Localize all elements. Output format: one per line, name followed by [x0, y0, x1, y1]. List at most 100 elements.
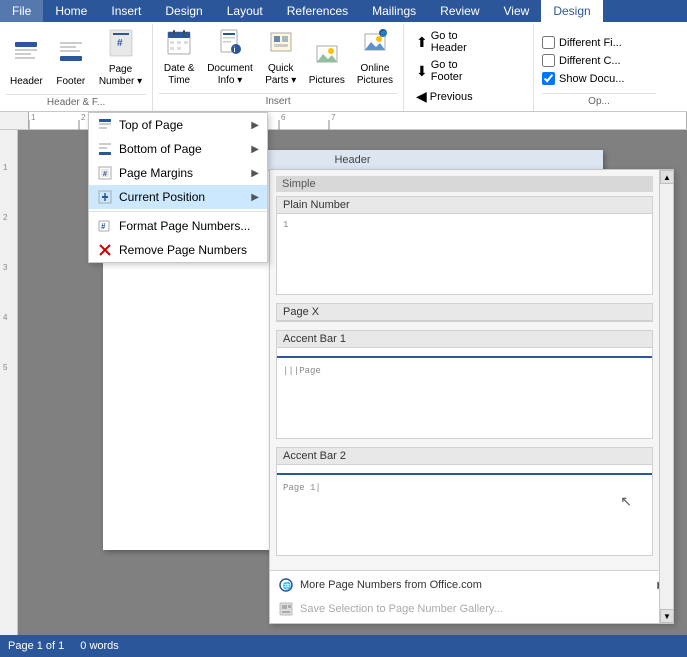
page-number-icon: #: [108, 28, 134, 62]
menu-format-page-numbers[interactable]: # Format Page Numbers...: [89, 214, 267, 238]
different-odd-even-checkbox[interactable]: Different C...: [542, 53, 656, 68]
group-options-label: Op...: [542, 93, 656, 107]
doc-info-label: DocumentInfo ▾: [207, 63, 253, 87]
gallery-footer: 🌐 More Page Numbers from Office.com ▶ Sa…: [270, 570, 673, 623]
gallery-item-accent-bar-1[interactable]: Accent Bar 1 |||Page: [276, 330, 653, 439]
tab-view[interactable]: View: [492, 0, 542, 22]
accent-bar-1-value: |||Page: [283, 366, 321, 376]
group-header-footer: Header Footer: [0, 24, 153, 111]
menu-separator-1: [89, 211, 267, 212]
tab-mailings[interactable]: Mailings: [360, 0, 428, 22]
svg-text:🌐: 🌐: [380, 31, 386, 38]
gallery-item-page-x[interactable]: Page X: [276, 303, 653, 322]
gallery-section-simple: Simple: [276, 176, 653, 192]
submenu-arrow-1: ▶: [251, 144, 259, 155]
header-button[interactable]: Header: [6, 38, 47, 90]
ribbon: Header Footer: [0, 22, 687, 112]
submenu-arrow-0: ▶: [251, 120, 259, 131]
svg-text:1: 1: [3, 163, 8, 172]
svg-text:🌐: 🌐: [283, 581, 292, 590]
menu-bottom-of-page[interactable]: Bottom of Page ▶: [89, 137, 267, 161]
tab-review[interactable]: Review: [428, 0, 491, 22]
page-number-label: PageNumber ▾: [99, 64, 142, 88]
accent-bar-2-value: Page 1|: [283, 483, 321, 493]
quick-parts-button[interactable]: QuickParts ▾: [261, 27, 301, 89]
menu-current-position[interactable]: Current Position ▶: [89, 185, 267, 209]
save-selection-label: Save Selection to Page Number Gallery...: [300, 603, 503, 615]
footer-label: Footer: [56, 76, 85, 88]
accent-bar-1-title: Accent Bar 1: [277, 331, 652, 348]
different-first-page-label: Different Fi...: [559, 37, 622, 49]
menu-top-of-page-label: Top of Page: [119, 118, 183, 132]
menu-format-page-numbers-icon: #: [97, 218, 113, 234]
tab-design[interactable]: Design: [153, 0, 214, 22]
svg-text:7: 7: [331, 113, 336, 122]
footer-button[interactable]: Footer: [51, 38, 91, 90]
status-words: 0 words: [80, 640, 119, 652]
pictures-button[interactable]: Pictures: [305, 39, 349, 89]
go-to-header-icon: ⬆: [416, 34, 428, 51]
previous-label: Previous: [430, 91, 473, 103]
tab-insert[interactable]: Insert: [99, 0, 153, 22]
header-footer-buttons: Header Footer: [6, 26, 146, 92]
tab-references[interactable]: References: [275, 0, 360, 22]
group-insert: Date &Time i DocumentInfo ▾: [153, 24, 404, 111]
menu-top-of-page[interactable]: Top of Page ▶: [89, 113, 267, 137]
accent-bar-2-preview: Page 1| ↖: [277, 465, 652, 555]
previous-button[interactable]: ◀ Previous: [412, 86, 525, 107]
different-first-page-input[interactable]: [542, 36, 555, 49]
ribbon-tabs: File Home Insert Design Layout Reference…: [0, 0, 687, 22]
accent-bar-1-preview: |||Page: [277, 348, 652, 438]
online-pictures-label: OnlinePictures: [357, 63, 393, 87]
show-document-text-label: Show Docu...: [559, 73, 624, 85]
show-document-text-checkbox[interactable]: Show Docu...: [542, 71, 656, 86]
gallery-item-accent-bar-2[interactable]: Accent Bar 2 Page 1| ↖: [276, 447, 653, 556]
group-options: Different Fi... Different C... Show Docu…: [534, 24, 664, 111]
footer-icon: [58, 40, 84, 74]
tab-design-active[interactable]: Design: [541, 0, 602, 22]
gallery-item-plain-number[interactable]: Plain Number 1: [276, 196, 653, 295]
scroll-up-button[interactable]: ▲: [660, 170, 674, 184]
page-number-button[interactable]: # PageNumber ▾: [95, 26, 146, 90]
menu-page-margins[interactable]: # Page Margins ▶: [89, 161, 267, 185]
tab-file[interactable]: File: [0, 0, 43, 22]
menu-remove-page-numbers[interactable]: Remove Page Numbers: [89, 238, 267, 262]
submenu-arrow-2: ▶: [251, 168, 259, 179]
submenu-arrow-3: ▶: [251, 192, 259, 203]
svg-text:5: 5: [3, 363, 8, 372]
svg-text:#: #: [103, 171, 107, 178]
menu-top-of-page-icon: [97, 117, 113, 133]
scroll-down-button[interactable]: ▼: [660, 609, 674, 623]
page-x-title: Page X: [277, 304, 652, 321]
tab-home[interactable]: Home: [43, 0, 99, 22]
online-pictures-button[interactable]: 🌐 OnlinePictures: [353, 27, 397, 89]
doc-info-icon: i: [218, 29, 242, 61]
online-pictures-icon: 🌐: [363, 29, 387, 61]
group-header-footer-label: Header & F...: [6, 94, 146, 110]
menu-remove-page-numbers-icon: [97, 242, 113, 258]
vertical-ruler: 1 2 3 4 5: [0, 130, 18, 635]
doc-info-button[interactable]: i DocumentInfo ▾: [203, 27, 257, 89]
go-to-header-button[interactable]: ⬆ Go to Header: [412, 28, 525, 56]
save-selection-button: Save Selection to Page Number Gallery...: [270, 597, 673, 621]
menu-bottom-of-page-icon: [97, 141, 113, 157]
date-time-button[interactable]: Date &Time: [159, 27, 199, 89]
tab-layout[interactable]: Layout: [215, 0, 275, 22]
different-first-page-checkbox[interactable]: Different Fi...: [542, 35, 656, 50]
gallery-scrollbar: ▲ ▼: [659, 170, 673, 623]
svg-text:#: #: [101, 222, 106, 231]
header-icon: [13, 40, 39, 74]
different-odd-even-input[interactable]: [542, 54, 555, 67]
svg-text:3: 3: [3, 263, 8, 272]
svg-text:4: 4: [3, 313, 8, 322]
show-document-text-input[interactable]: [542, 72, 555, 85]
go-to-footer-button[interactable]: ⬇ Go to Footer: [412, 57, 525, 85]
svg-text:2: 2: [3, 213, 8, 222]
date-time-icon: [167, 29, 191, 61]
group-insert-label: Insert: [159, 93, 397, 109]
previous-icon: ◀: [416, 88, 427, 105]
go-to-footer-icon: ⬇: [416, 63, 428, 80]
header-label: Header: [334, 154, 370, 166]
more-page-numbers-button[interactable]: 🌐 More Page Numbers from Office.com ▶: [270, 573, 673, 597]
quick-parts-label: QuickParts ▾: [265, 63, 296, 87]
